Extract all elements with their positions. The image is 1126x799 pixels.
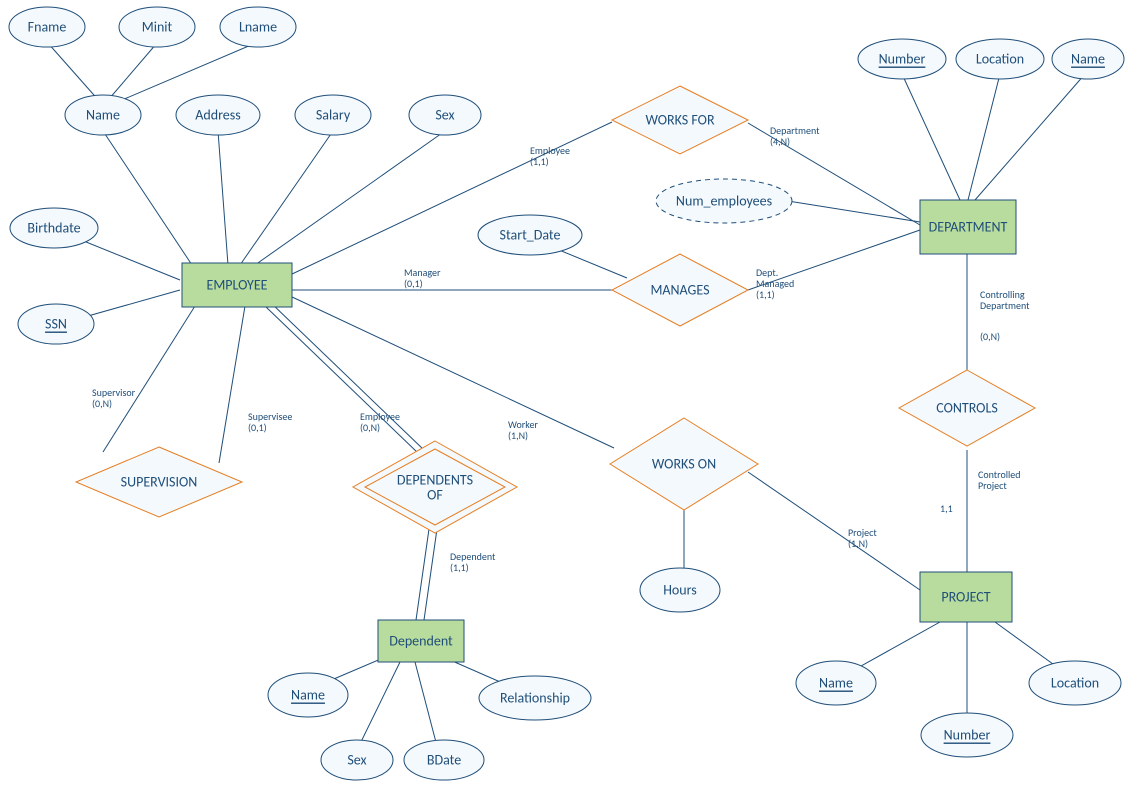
- attr-num-employees-label: Num_employees: [676, 193, 772, 210]
- attr-hours-label: Hours: [663, 582, 697, 599]
- role-wo-worker: Worker(1,N): [508, 418, 538, 442]
- attr-ssn-label: SSN: [45, 316, 67, 333]
- attr-minit-label: Minit: [142, 19, 173, 36]
- attr-sex-label: Sex: [435, 107, 454, 124]
- er-diagram: .ent{fill:#B8DC9D;stroke:#1F4E79;stroke-…: [0, 0, 1126, 799]
- role-ct-dept-card: (0,N): [980, 330, 1000, 343]
- role-ct-proj-card: 1,1: [940, 502, 953, 515]
- role-do-dependent: Dependent(1,1): [450, 550, 496, 574]
- attr-dep-relationship-label: Relationship: [500, 690, 570, 707]
- role-mg-manager: Manager(0,1): [404, 266, 441, 290]
- attr-proj-name-label: Name: [819, 675, 853, 692]
- rel-manages-label: MANAGES: [650, 282, 709, 299]
- rel-controls-label: CONTROLS: [936, 400, 998, 417]
- rel-supervision-label: SUPERVISION: [121, 474, 198, 491]
- rel-dependents-of-label2: OF: [427, 487, 443, 504]
- role-sv-supervisor: Supervisor(0,N): [92, 386, 136, 410]
- attr-birthdate-label: Birthdate: [27, 220, 80, 237]
- role-wo-project: Project(1,N): [848, 526, 877, 550]
- attr-fname-label: Fname: [28, 19, 67, 36]
- attr-address-label: Address: [195, 107, 240, 124]
- attr-lname-label: Lname: [239, 19, 277, 36]
- rel-works-for-label: WORKS FOR: [645, 112, 715, 129]
- rel-works-on-label: WORKS ON: [652, 456, 716, 473]
- attr-dept-name-label: Name: [1071, 51, 1105, 68]
- attr-dep-bdate-label: BDate: [427, 752, 461, 769]
- attr-dep-sex-label: Sex: [347, 752, 366, 769]
- attr-proj-number-label: Number: [944, 727, 991, 744]
- entity-employee-label: EMPLOYEE: [206, 277, 267, 294]
- entity-project-label: PROJECT: [941, 589, 990, 606]
- attr-dep-name-label: Name: [291, 687, 325, 704]
- attr-salary-label: Salary: [316, 107, 351, 124]
- role-mg-dept: Dept.Managed(1,1): [756, 266, 794, 301]
- attr-name-label: Name: [86, 107, 120, 124]
- entity-dependent-label: Dependent: [389, 633, 453, 650]
- role-wf-department: Department(4,N): [770, 124, 820, 148]
- attr-start-date-label: Start_Date: [500, 227, 561, 244]
- role-wf-employee: Employee(1,1): [530, 144, 570, 168]
- entity-department-label: DEPARTMENT: [929, 219, 1008, 236]
- attr-proj-location-label: Location: [1051, 675, 1099, 692]
- attr-dept-location-label: Location: [976, 51, 1024, 68]
- role-ct-dept: ControllingDepartment: [980, 288, 1030, 312]
- role-sv-supervisee: Supervisee(0,1): [248, 410, 292, 434]
- role-ct-proj: ControlledProject: [978, 468, 1021, 492]
- attr-dept-number-label: Number: [879, 51, 926, 68]
